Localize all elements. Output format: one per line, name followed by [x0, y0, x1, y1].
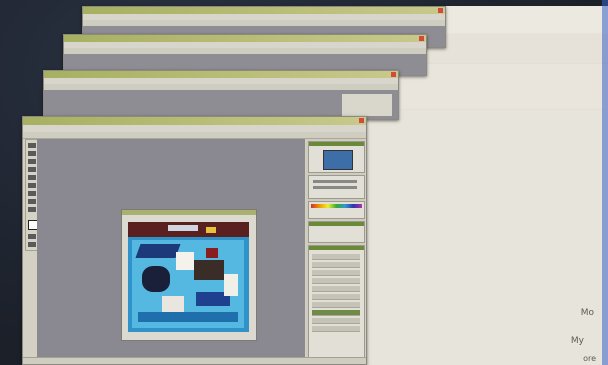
- page-edge-text-2: My: [570, 336, 584, 346]
- zoom-tool-icon[interactable]: [28, 207, 36, 212]
- layer-row[interactable]: [312, 254, 360, 260]
- window-back-3[interactable]: [43, 70, 399, 120]
- close-icon[interactable]: [391, 72, 396, 77]
- close-icon[interactable]: [438, 8, 443, 13]
- quickmask-icon[interactable]: [28, 234, 36, 239]
- art-shape: [168, 225, 198, 231]
- art-shape: [162, 296, 184, 312]
- eraser-tool-icon[interactable]: [28, 183, 36, 188]
- panel-tab[interactable]: [309, 142, 364, 146]
- collage-artwork[interactable]: [128, 222, 249, 332]
- layer-row[interactable]: [312, 318, 360, 324]
- status-bar: [23, 357, 366, 364]
- crop-tool-icon[interactable]: [28, 167, 36, 172]
- art-shape: [206, 248, 218, 258]
- navigator-panel[interactable]: [308, 141, 365, 173]
- layer-row[interactable]: [312, 270, 360, 276]
- art-shape: [135, 244, 181, 258]
- info-row: [313, 186, 357, 189]
- layer-row[interactable]: [312, 302, 360, 308]
- marquee-tool-icon[interactable]: [28, 151, 36, 156]
- hand-tool-icon[interactable]: [28, 199, 36, 204]
- close-icon[interactable]: [419, 36, 424, 41]
- art-shape: [138, 312, 238, 322]
- panel-dock[interactable]: [306, 139, 365, 363]
- screen-mode-icon[interactable]: [28, 242, 36, 247]
- color-swatches-panel[interactable]: [308, 201, 365, 219]
- panel-tab[interactable]: [309, 246, 364, 250]
- title-bar[interactable]: [83, 7, 445, 14]
- navigator-thumbnail[interactable]: [323, 150, 353, 170]
- layer-row[interactable]: [312, 262, 360, 268]
- layer-row[interactable]: [312, 294, 360, 300]
- layer-row[interactable]: [312, 286, 360, 292]
- styles-panel[interactable]: [308, 221, 365, 243]
- art-shape: [142, 266, 170, 292]
- paper-page-4: Mo My ore: [365, 110, 608, 365]
- art-shape: [176, 252, 194, 270]
- panel-stub: [342, 94, 392, 116]
- options-bar[interactable]: [23, 132, 366, 139]
- info-row: [313, 180, 357, 183]
- artwork-board: [132, 240, 244, 328]
- canvas-area[interactable]: [37, 139, 305, 363]
- document-title-bar[interactable]: [122, 210, 256, 215]
- art-shape: [206, 227, 216, 233]
- page-edge-text-3: ore: [583, 354, 596, 363]
- title-bar[interactable]: [23, 117, 366, 125]
- layer-row[interactable]: [312, 278, 360, 284]
- swatch-strip[interactable]: [311, 204, 362, 208]
- art-shape: [194, 260, 224, 280]
- page-edge-text-1: Mo: [580, 308, 594, 318]
- panel-tab[interactable]: [309, 222, 364, 226]
- art-shape: [224, 274, 238, 296]
- move-tool-icon[interactable]: [28, 143, 36, 148]
- title-bar[interactable]: [44, 71, 398, 78]
- lasso-tool-icon[interactable]: [28, 159, 36, 164]
- menu-bar[interactable]: [23, 125, 366, 132]
- brush-tool-icon[interactable]: [28, 175, 36, 180]
- workspace: [44, 90, 398, 119]
- window-front[interactable]: [22, 116, 367, 365]
- layer-row-selected[interactable]: [312, 310, 360, 316]
- projection-edge: [602, 0, 608, 365]
- info-panel[interactable]: [308, 175, 365, 199]
- text-tool-icon[interactable]: [28, 191, 36, 196]
- title-bar[interactable]: [64, 35, 426, 42]
- document-window[interactable]: [121, 209, 257, 341]
- close-icon[interactable]: [359, 118, 364, 123]
- layers-panel[interactable]: [308, 245, 365, 363]
- layer-row[interactable]: [312, 326, 360, 332]
- artwork-header-strip: [128, 222, 249, 237]
